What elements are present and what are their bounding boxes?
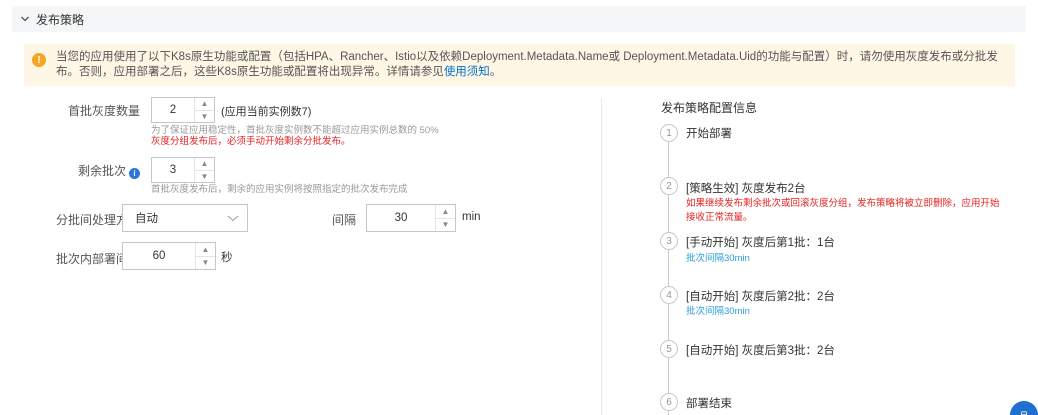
- warning-alert: ! 当您的应用使用了以下K8s原生功能或配置（包括HPA、Rancher、Ist…: [24, 44, 1015, 86]
- step-interval: 批次间隔30min: [686, 306, 750, 317]
- first-batch-label: 首批灰度数量: [67, 104, 140, 118]
- timeline-line: [668, 132, 669, 415]
- remaining-batches-stepper[interactable]: ▲ ▼: [194, 158, 214, 182]
- step-number: 6: [660, 393, 678, 411]
- deploy-interval-unit: 秒: [221, 252, 233, 264]
- step-number: 1: [660, 124, 678, 142]
- strategy-info-title: 发布策略配置信息: [661, 101, 758, 115]
- remaining-batches-help: 首批灰度发布后，剩余的应用实例将按照指定的批次发布完成: [151, 184, 408, 195]
- remaining-batches-input[interactable]: 3 ▲ ▼: [151, 157, 215, 183]
- info-icon[interactable]: i: [129, 168, 140, 179]
- deploy-interval-input[interactable]: 60 ▲ ▼: [122, 242, 216, 270]
- usage-notes-link[interactable]: 使用须知: [444, 66, 490, 78]
- warning-icon: !: [32, 53, 46, 67]
- section-title: 发布策略: [36, 12, 85, 27]
- decrement-icon[interactable]: ▼: [195, 169, 214, 183]
- step-interval: 批次间隔30min: [686, 253, 750, 264]
- step-note: 如果继续发布剩余批次或回滚灰度分组，发布策略将被立即删除，应用开始接收正常流量。: [686, 198, 1000, 223]
- interval-input[interactable]: 30 ▲ ▼: [366, 204, 456, 232]
- step-number: 3: [660, 232, 678, 250]
- first-batch-value: 2: [169, 104, 177, 116]
- interval-value: 30: [394, 212, 408, 224]
- first-batch-warning: 灰度分组发布后，必须手动开始剩余分批发布。: [151, 136, 351, 147]
- deploy-interval-value: 60: [152, 250, 166, 262]
- first-batch-help: 为了保证应用稳定性，首批灰度实例数不能超过应用实例总数的 50%: [151, 125, 439, 136]
- first-batch-stepper[interactable]: ▲ ▼: [194, 98, 214, 122]
- step-title: [策略生效] 灰度发布2台: [686, 183, 806, 195]
- batch-mode-value: 自动: [135, 213, 158, 225]
- increment-icon[interactable]: ▲: [195, 98, 214, 110]
- increment-icon[interactable]: ▲: [196, 243, 215, 256]
- chevron-down-icon: [18, 12, 32, 26]
- first-batch-input[interactable]: 2 ▲ ▼: [151, 97, 215, 123]
- step-title: [自动开始] 灰度后第2批：2台: [686, 291, 835, 303]
- interval-label: 间隔: [331, 213, 356, 227]
- current-instance-count: (应用当前实例数7): [221, 106, 312, 118]
- decrement-icon[interactable]: ▼: [195, 109, 214, 123]
- step-number: 2: [660, 177, 678, 195]
- step-title: 部署结束: [686, 398, 732, 410]
- batch-mode-select[interactable]: 自动: [122, 204, 248, 232]
- increment-icon[interactable]: ▲: [195, 158, 214, 170]
- remaining-batches-value: 3: [169, 164, 177, 176]
- deploy-interval-stepper[interactable]: ▲ ▼: [195, 243, 215, 269]
- floating-help-button[interactable]: 品: [1010, 401, 1038, 415]
- alert-text: 当您的应用使用了以下K8s原生功能或配置（包括HPA、Rancher、Istio…: [56, 51, 998, 78]
- step-title: 开始部署: [686, 128, 732, 140]
- remaining-batches-label-text: 剩余批次: [77, 164, 126, 178]
- interval-unit: min: [462, 211, 481, 223]
- interval-stepper[interactable]: ▲ ▼: [435, 205, 455, 231]
- chevron-down-icon: [227, 213, 239, 223]
- step-title: [手动开始] 灰度后第1批：1台: [686, 237, 835, 249]
- remaining-batches-label: 剩余批次 i: [30, 162, 140, 179]
- step-number: 5: [660, 340, 678, 358]
- strategy-section-header[interactable]: 发布策略: [12, 6, 1026, 32]
- step-number: 4: [660, 286, 678, 304]
- step-title: [自动开始] 灰度后第3批：2台: [686, 345, 835, 357]
- panel-divider: [601, 98, 602, 415]
- alert-text-end: 。: [489, 66, 502, 78]
- increment-icon[interactable]: ▲: [436, 205, 455, 218]
- decrement-icon[interactable]: ▼: [436, 217, 455, 232]
- decrement-icon[interactable]: ▼: [196, 255, 215, 270]
